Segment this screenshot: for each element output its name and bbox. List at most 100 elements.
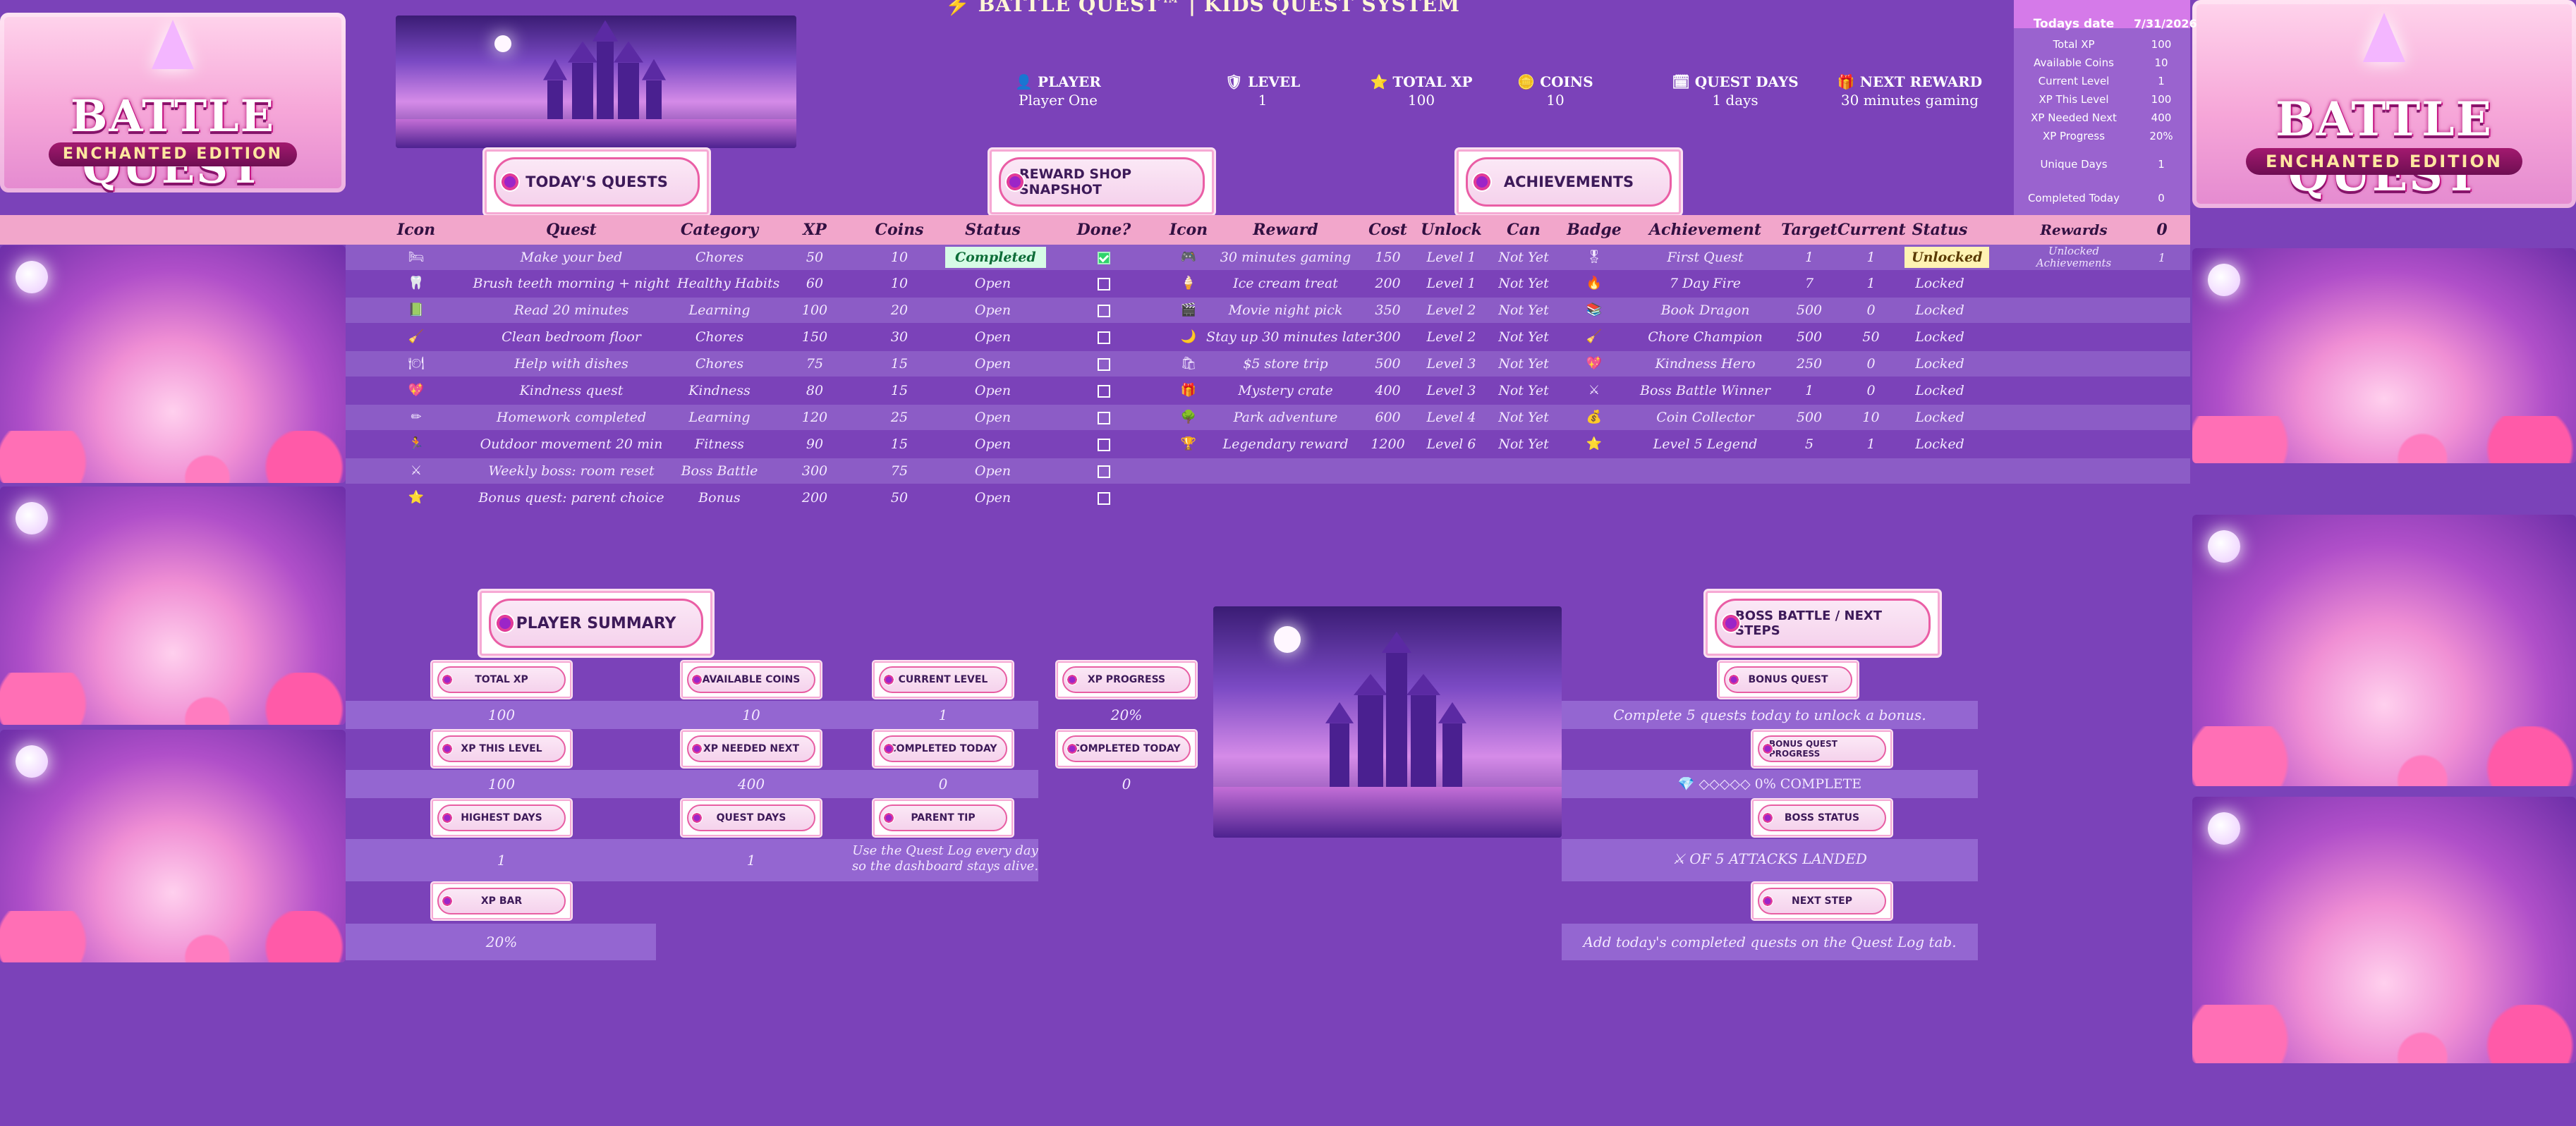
castle-tower bbox=[646, 80, 662, 119]
tile-label: HIGHEST DAYS bbox=[461, 812, 542, 824]
reward-unlock: Level 3 bbox=[1426, 356, 1476, 372]
quest-icon: 🦷 bbox=[408, 276, 425, 290]
achievement-status: Locked bbox=[1915, 436, 1964, 452]
done-checkbox[interactable] bbox=[1098, 305, 1110, 317]
achievement-current: 1 bbox=[1866, 436, 1876, 452]
quest-done bbox=[1062, 351, 1146, 377]
tile-pill: XP PROGRESS bbox=[1062, 666, 1191, 693]
bonus-quest-value: Complete 5 quests today to unlock a bonu… bbox=[1613, 706, 1926, 723]
stat-label: TOTAL XP bbox=[1392, 73, 1473, 90]
bonus-quest-tile[interactable]: BONUS QUEST bbox=[1718, 661, 1858, 698]
xp-progress-tile[interactable]: XP PROGRESS bbox=[1057, 661, 1196, 698]
xp-this-level-tile[interactable]: XP THIS LEVEL bbox=[432, 730, 571, 767]
done-checkbox[interactable] bbox=[1098, 412, 1110, 424]
quest-name: Read 20 minutes bbox=[514, 302, 629, 318]
achievements-button[interactable]: ACHIEVEMENTS bbox=[1457, 149, 1681, 214]
achievement-current: 0 bbox=[1866, 302, 1876, 318]
done-checkbox[interactable] bbox=[1098, 331, 1110, 344]
player-summary-button[interactable]: PLAYER SUMMARY bbox=[480, 591, 712, 656]
stat-label: QUEST DAYS bbox=[1694, 73, 1799, 90]
fantasy-sky-panel bbox=[0, 730, 346, 962]
completed-today-tile-2[interactable]: COMPLETED TODAY bbox=[1057, 730, 1196, 767]
quest-coins: 10 bbox=[890, 250, 909, 265]
reward-unlock: Level 4 bbox=[1426, 410, 1476, 425]
quest-icon: 💖 bbox=[408, 383, 425, 398]
bonus-quest-progress-tile[interactable]: BONUS QUEST PROGRESS bbox=[1752, 730, 1892, 767]
shield-icon: 🛡 bbox=[1225, 73, 1244, 90]
tile-pill: BOSS STATUS bbox=[1758, 804, 1886, 831]
achievement-status: Locked bbox=[1915, 356, 1964, 372]
done-checkbox[interactable] bbox=[1098, 465, 1110, 478]
tile-label: CURRENT LEVEL bbox=[898, 674, 988, 685]
mini-value: 20% bbox=[2149, 130, 2173, 142]
xp-progress-value: 20% bbox=[1110, 706, 1143, 723]
total-xp-value: 100 bbox=[487, 706, 516, 723]
reward-name: Legendary reward bbox=[1222, 436, 1349, 452]
quest-category: Learning bbox=[688, 410, 751, 425]
highest-days-tile[interactable]: HIGHEST DAYS bbox=[432, 800, 571, 836]
quest-xp: 120 bbox=[801, 410, 828, 425]
unlocked-achievements-label: Unlocked Achievements bbox=[2036, 245, 2112, 269]
total-xp-tile[interactable]: TOTAL XP bbox=[432, 661, 571, 698]
gem-icon bbox=[495, 613, 515, 633]
tile-label: PARENT TIP bbox=[911, 812, 976, 824]
col-header-status: Status bbox=[965, 221, 1021, 239]
badge-icon: 💖 bbox=[1586, 356, 1603, 371]
player-icon: 👤 bbox=[1015, 73, 1033, 90]
crystal-icon bbox=[152, 20, 194, 69]
tile-label: COMPLETED TODAY bbox=[889, 743, 997, 754]
tile-label: BONUS QUEST PROGRESS bbox=[1769, 739, 1837, 759]
done-checkbox[interactable] bbox=[1098, 278, 1110, 290]
moon-icon bbox=[16, 261, 48, 293]
completed-today-tile[interactable]: COMPLETED TODAY bbox=[873, 730, 1013, 767]
reward-can-buy: Not Yet bbox=[1498, 250, 1549, 265]
quest-name: Bonus quest: parent choice bbox=[478, 490, 664, 506]
mini-label: Unique Days bbox=[2040, 158, 2108, 171]
available-coins-tile[interactable]: AVAILABLE COINS bbox=[681, 661, 821, 698]
xp-bar-tile[interactable]: XP BAR bbox=[432, 883, 571, 919]
reward-cost: 150 bbox=[1375, 250, 1401, 265]
castle-tower bbox=[1358, 694, 1383, 787]
boss-status-tile[interactable]: BOSS STATUS bbox=[1752, 800, 1892, 836]
xp-needed-next-value: 400 bbox=[737, 776, 765, 793]
quest-category: Chores bbox=[695, 329, 744, 345]
logo-title: BATTLE QUEST bbox=[2276, 92, 2493, 202]
tile-pill: BONUS QUEST bbox=[1724, 666, 1852, 693]
col-header-target: Target bbox=[1781, 221, 1837, 239]
quest-coins: 30 bbox=[890, 329, 909, 345]
quest-days-tile[interactable]: QUEST DAYS bbox=[681, 800, 821, 836]
parent-tip-tile[interactable]: PARENT TIP bbox=[873, 800, 1013, 836]
quest-done bbox=[1062, 405, 1146, 430]
done-checkbox[interactable] bbox=[1098, 492, 1110, 505]
done-checkbox[interactable] bbox=[1098, 385, 1110, 398]
xp-this-level-value: 100 bbox=[487, 776, 516, 793]
quest-name: Weekly boss: room reset bbox=[488, 463, 655, 479]
todays-quests-button[interactable]: TODAY'S QUESTS bbox=[485, 149, 709, 214]
gem-icon bbox=[691, 674, 703, 685]
quest-status: Open bbox=[974, 436, 1011, 452]
done-checkbox[interactable] bbox=[1098, 358, 1110, 371]
quest-category: Learning bbox=[688, 302, 751, 318]
quest-coins: 75 bbox=[890, 463, 909, 479]
quest-status: Completed bbox=[945, 245, 1046, 270]
achievement-name: Book Dragon bbox=[1660, 302, 1750, 318]
fantasy-sky-panel bbox=[2192, 515, 2576, 786]
tile-pill: COMPLETED TODAY bbox=[1062, 735, 1191, 762]
stat-label: NEXT REWARD bbox=[1859, 73, 1983, 90]
stat-label: PLAYER bbox=[1038, 73, 1101, 90]
col-header-quest: Quest bbox=[546, 221, 597, 239]
next-step-tile[interactable]: NEXT STEP bbox=[1752, 883, 1892, 919]
reward-unlock: Level 6 bbox=[1426, 436, 1476, 452]
done-checkbox-checked[interactable] bbox=[1098, 252, 1110, 264]
mini-value: 10 bbox=[2154, 56, 2168, 69]
reward-name: Stay up 30 minutes later bbox=[1206, 329, 1375, 345]
done-checkbox[interactable] bbox=[1098, 439, 1110, 451]
tile-label: COMPLETED TODAY bbox=[1072, 743, 1181, 754]
mini-label: XP Needed Next bbox=[2031, 111, 2117, 124]
xp-needed-next-tile[interactable]: XP NEEDED NEXT bbox=[681, 730, 821, 767]
current-level-tile[interactable]: CURRENT LEVEL bbox=[873, 661, 1013, 698]
reward-shop-button[interactable]: REWARD SHOP SNAPSHOT bbox=[990, 149, 1214, 214]
boss-battle-button[interactable]: BOSS BATTLE / NEXT STEPS bbox=[1706, 591, 1940, 656]
quest-icon: ⭐ bbox=[408, 490, 425, 505]
tile-label: XP PROGRESS bbox=[1087, 674, 1166, 685]
